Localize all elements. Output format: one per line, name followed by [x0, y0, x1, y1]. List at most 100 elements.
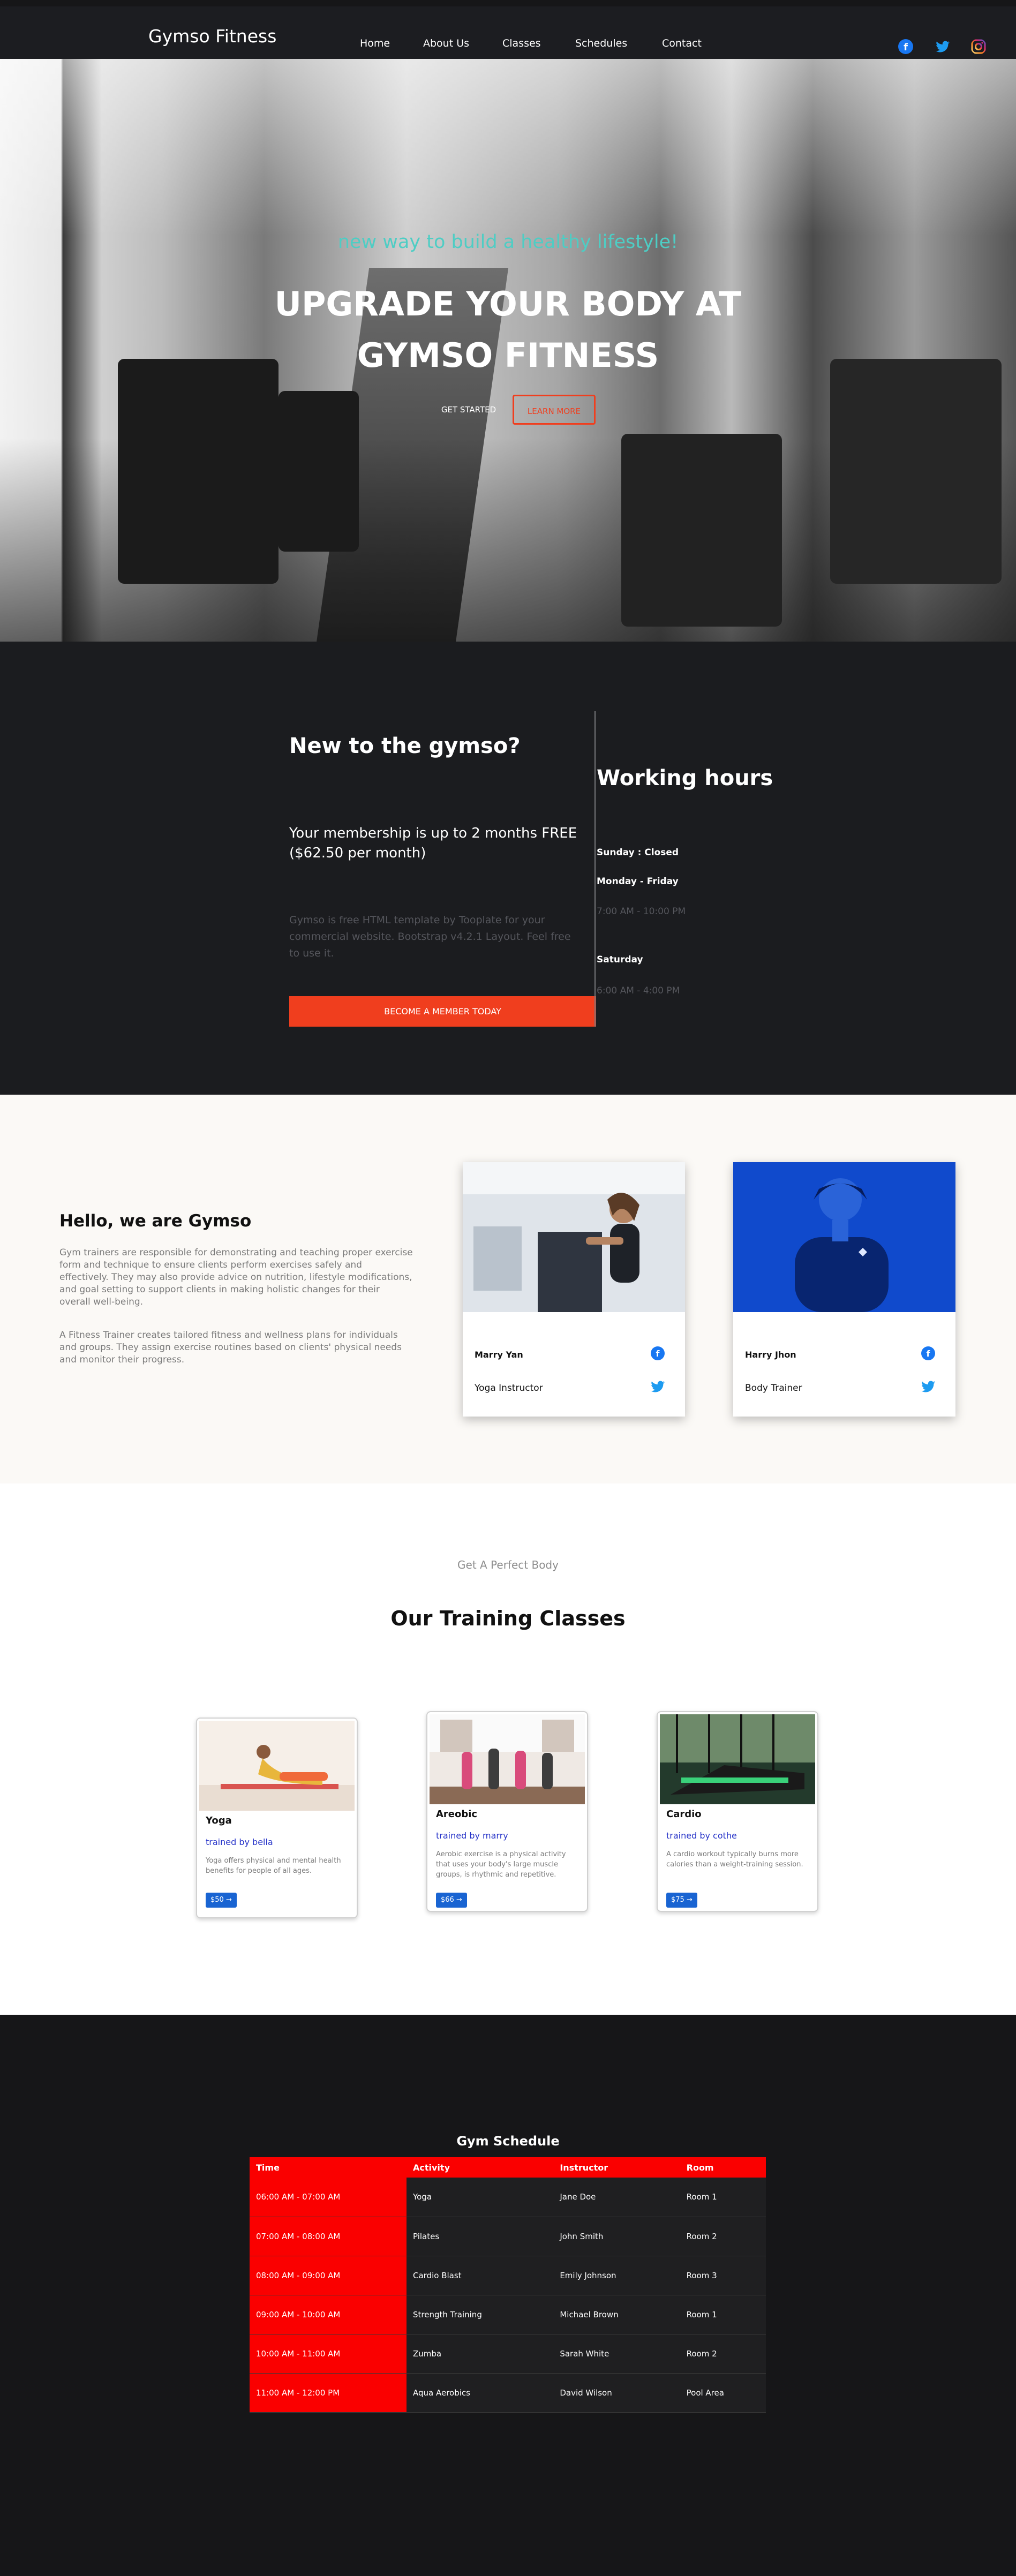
table-cell-instructor: Jane Doe — [553, 2178, 680, 2217]
table-header-activity: Activity — [407, 2157, 554, 2178]
facebook-icon[interactable]: f — [898, 39, 914, 55]
class-card[interactable]: Yoga trained by bella Yoga offers physic… — [196, 1718, 358, 1918]
nav-link-contact[interactable]: Contact — [662, 37, 702, 49]
class-trainer[interactable]: trained by cothe — [666, 1831, 737, 1841]
class-image — [430, 1714, 585, 1804]
class-title: Yoga — [206, 1815, 232, 1826]
table-cell-activity: Cardio Blast — [407, 2256, 554, 2295]
trainer-name: Marry Yan — [475, 1350, 523, 1360]
table-cell-time: 11:00 AM - 12:00 PM — [250, 2373, 407, 2413]
table-cell-time: 08:00 AM - 09:00 AM — [250, 2256, 407, 2295]
facebook-icon[interactable]: f — [650, 1345, 666, 1361]
table-cell-instructor: John Smith — [553, 2217, 680, 2256]
navbar: Gymso Fitness Home About Us Classes Sche… — [0, 6, 1016, 59]
table-cell-activity: Strength Training — [407, 2295, 554, 2334]
table-row: 07:00 AM - 08:00 AM Pilates John Smith R… — [250, 2217, 766, 2256]
twitter-icon[interactable] — [920, 1379, 936, 1395]
schedule-table: Time Activity Instructor Room 06:00 AM -… — [250, 2157, 766, 2413]
table-row: 06:00 AM - 07:00 AM Yoga Jane Doe Room 1 — [250, 2178, 766, 2217]
class-title: Areobic — [436, 1809, 478, 1820]
class-card[interactable]: Cardio trained by cothe A cardio workout… — [657, 1711, 818, 1912]
twitter-icon[interactable] — [935, 39, 951, 55]
class-title: Cardio — [666, 1809, 702, 1820]
table-cell-time: 10:00 AM - 11:00 AM — [250, 2334, 407, 2374]
membership-description: Gymso is free HTML template by Tooplate … — [289, 914, 571, 959]
page: Gymso Fitness Home About Us Classes Sche… — [0, 0, 1016, 2576]
hero-ceiling-light — [0, 59, 1016, 236]
facebook-icon[interactable]: f — [920, 1345, 936, 1361]
trainer-name: Harry Jhon — [745, 1350, 796, 1360]
nav-link-classes[interactable]: Classes — [502, 37, 541, 49]
section-divider — [594, 711, 596, 1027]
table-cell-room: Room 1 — [680, 2178, 766, 2217]
become-member-button[interactable]: BECOME A MEMBER TODAY — [289, 996, 596, 1027]
about-paragraph-1: Gym trainers are responsible for demonst… — [59, 1247, 413, 1307]
class-image — [660, 1714, 815, 1804]
hero-banner: new way to build a healthy lifestyle! UP… — [0, 59, 1016, 642]
hero-title: UPGRADE YOUR BODY AT GYMSO FITNESS — [0, 278, 1016, 381]
working-hours-heading: Working hours — [597, 766, 773, 790]
schedule-section: Gym Schedule Time Activity Instructor Ro… — [0, 2015, 1016, 2533]
table-row: 09:00 AM - 10:00 AM Strength Training Mi… — [250, 2295, 766, 2334]
svg-text:f: f — [927, 1349, 931, 1359]
nav-link-about[interactable]: About Us — [423, 37, 469, 49]
table-cell-activity: Pilates — [407, 2217, 554, 2256]
table-header-time: Time — [250, 2157, 407, 2178]
table-cell-room: Room 1 — [680, 2295, 766, 2334]
class-trainer[interactable]: trained by marry — [436, 1831, 508, 1841]
classes-heading: Our Training Classes — [390, 1607, 626, 1630]
trainer-role: Yoga Instructor — [475, 1383, 543, 1394]
class-description: Aerobic exercise is a physical activity … — [436, 1850, 566, 1879]
get-started-button[interactable]: GET STARTED — [434, 395, 503, 425]
table-cell-time: 09:00 AM - 10:00 AM — [250, 2295, 407, 2334]
table-cell-activity: Zumba — [407, 2334, 554, 2374]
membership-heading: New to the gymso? — [289, 734, 521, 758]
table-cell-instructor: Emily Johnson — [553, 2256, 680, 2295]
table-cell-activity: Aqua Aerobics — [407, 2373, 554, 2413]
trainer-card: Harry Jhon Body Trainer f — [733, 1162, 955, 1417]
class-card[interactable]: Areobic trained by marry Aerobic exercis… — [426, 1711, 588, 1912]
about-heading: Hello, we are Gymso — [59, 1211, 252, 1231]
about-paragraph-2: A Fitness Trainer creates tailored fitne… — [59, 1330, 402, 1365]
table-header-room: Room — [680, 2157, 766, 2178]
class-price-button[interactable]: $75 → — [666, 1893, 697, 1908]
saturday-label: Saturday — [597, 954, 643, 965]
bike-image — [621, 434, 782, 627]
table-cell-time: 06:00 AM - 07:00 AM — [250, 2178, 407, 2217]
nav-link-home[interactable]: Home — [360, 37, 390, 49]
table-row: 08:00 AM - 09:00 AM Cardio Blast Emily J… — [250, 2256, 766, 2295]
page-footer-space — [0, 2533, 1016, 2576]
weekday-label: Monday - Friday — [597, 876, 679, 887]
svg-text:f: f — [904, 42, 908, 53]
class-image — [199, 1721, 355, 1811]
instagram-icon[interactable] — [970, 39, 987, 55]
class-price-button[interactable]: $50 → — [206, 1893, 237, 1908]
nav-link-schedules[interactable]: Schedules — [575, 37, 627, 49]
class-price-button[interactable]: $66 → — [436, 1893, 467, 1908]
table-header-row: Time Activity Instructor Room — [250, 2157, 766, 2178]
table-cell-time: 07:00 AM - 08:00 AM — [250, 2217, 407, 2256]
about-section: Hello, we are Gymso Gym trainers are res… — [0, 1095, 1016, 1483]
class-trainer[interactable]: trained by bella — [206, 1837, 273, 1847]
membership-offer: Your membership is up to 2 months FREE (… — [289, 825, 577, 861]
bike-image — [830, 359, 1002, 584]
brand-logo[interactable]: Gymso Fitness — [148, 26, 276, 47]
table-cell-room: Room 2 — [680, 2217, 766, 2256]
table-row: 10:00 AM - 11:00 AM Zumba Sarah White Ro… — [250, 2334, 766, 2374]
classes-subtitle: Get A Perfect Body — [457, 1558, 559, 1571]
trainer-card: Marry Yan Yoga Instructor f — [463, 1162, 685, 1417]
hero-title-line2: GYMSO FITNESS — [357, 336, 659, 375]
learn-more-button[interactable]: LEARN MORE — [513, 395, 596, 425]
sunday-hours: Sunday : Closed — [597, 847, 679, 858]
table-cell-room: Pool Area — [680, 2373, 766, 2413]
table-cell-room: Room 3 — [680, 2256, 766, 2295]
trainer-photo — [733, 1162, 955, 1312]
treadmill-image — [279, 391, 359, 552]
treadmill-image — [118, 359, 279, 584]
hero-subtitle: new way to build a healthy lifestyle! — [337, 231, 679, 253]
membership-section: New to the gymso? Your membership is up … — [0, 642, 1016, 1095]
table-cell-room: Room 2 — [680, 2334, 766, 2374]
schedule-heading: Gym Schedule — [456, 2134, 560, 2149]
twitter-icon[interactable] — [650, 1379, 666, 1395]
table-cell-instructor: Michael Brown — [553, 2295, 680, 2334]
